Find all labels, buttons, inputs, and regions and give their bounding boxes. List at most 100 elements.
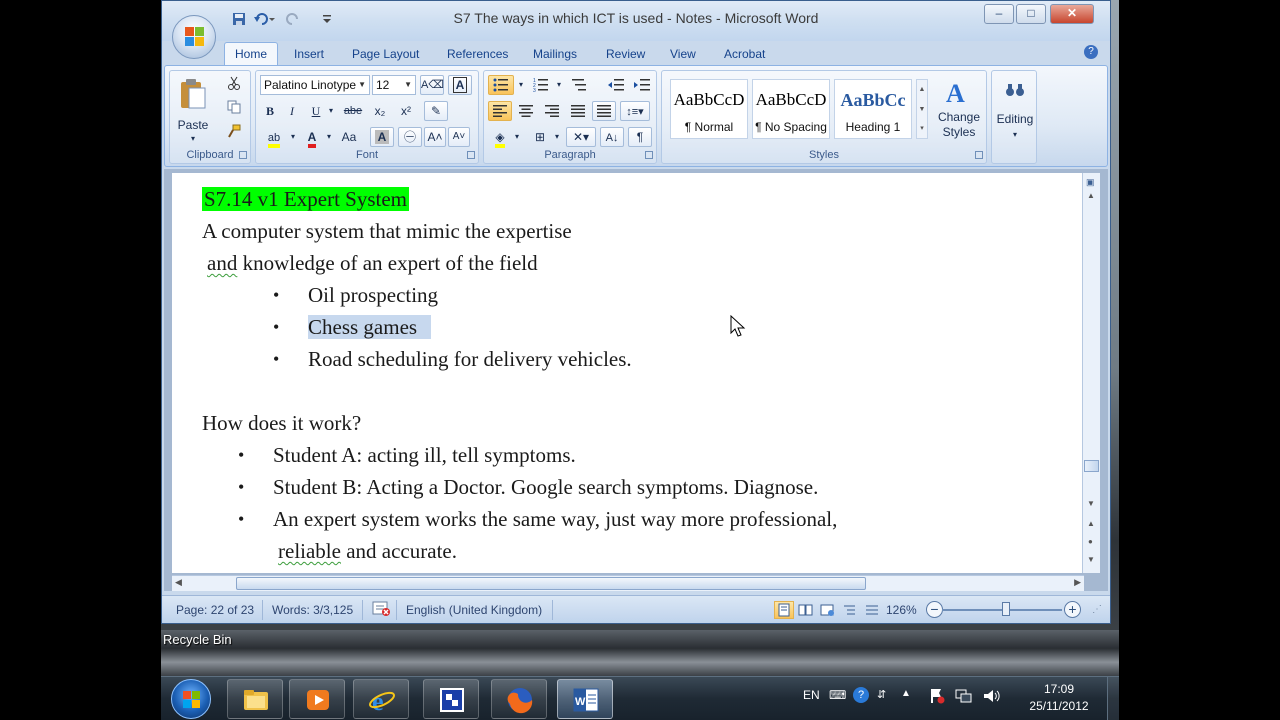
distributed-button[interactable] <box>592 101 616 121</box>
document-page[interactable]: S7.14 v1 Expert System A computer system… <box>172 173 1084 573</box>
format-painter-button[interactable] <box>222 121 246 141</box>
bullets-button[interactable] <box>488 75 514 95</box>
tab-home[interactable]: Home <box>224 42 279 67</box>
office-button[interactable] <box>172 15 216 59</box>
numbering-dropdown-icon[interactable]: ▾ <box>554 75 564 95</box>
vertical-scrollbar[interactable]: ▣ ▲ ▼ ▲ ● ▼ <box>1082 173 1100 573</box>
maximize-button[interactable]: □ <box>1016 4 1046 24</box>
network-icon[interactable] <box>955 688 973 707</box>
shading-button[interactable]: ◈ <box>488 127 512 148</box>
full-screen-reading-view-button[interactable] <box>796 601 816 619</box>
asian-layout-button[interactable]: ✕▾ <box>566 127 596 147</box>
tab-mailings[interactable]: Mailings <box>523 44 587 64</box>
highlight-button[interactable]: ab <box>260 127 288 148</box>
editing-button[interactable]: Editing ▾ <box>994 75 1034 145</box>
numbering-button[interactable]: 123 <box>528 75 554 95</box>
scroll-down-icon[interactable]: ▼ <box>1087 499 1095 508</box>
taskbar-internet-explorer[interactable]: e <box>353 679 409 719</box>
clipboard-dialog-launcher-icon[interactable] <box>239 151 247 159</box>
recycle-bin-label[interactable]: Recycle Bin <box>163 632 232 647</box>
resize-grip-icon[interactable]: ⋰ <box>1092 604 1102 615</box>
zoom-slider-thumb[interactable] <box>1002 602 1010 616</box>
page-count[interactable]: Page: 22 of 23 <box>176 603 254 617</box>
styles-gallery-scroll[interactable]: ▲ ▼ ▾ <box>916 79 928 139</box>
underline-button[interactable]: U <box>306 101 326 121</box>
borders-dropdown-icon[interactable]: ▾ <box>552 127 562 147</box>
previous-page-icon[interactable]: ▲ <box>1087 519 1095 528</box>
scroll-up-icon[interactable]: ▲ <box>1087 191 1095 200</box>
multilevel-list-button[interactable] <box>566 75 592 95</box>
horizontal-scroll-thumb[interactable] <box>236 577 866 590</box>
paragraph-dialog-launcher-icon[interactable] <box>645 151 653 159</box>
character-border-button[interactable]: A <box>448 75 472 95</box>
align-left-button[interactable] <box>488 101 512 121</box>
show-formatting-button[interactable]: ¶ <box>628 127 652 147</box>
highlight-dropdown-icon[interactable]: ▾ <box>288 127 298 147</box>
minimize-button[interactable]: – <box>984 4 1014 24</box>
superscript-button[interactable]: x² <box>394 101 418 121</box>
keyboard-icon[interactable]: ⌨ <box>829 688 846 702</box>
next-page-icon[interactable]: ▼ <box>1087 555 1095 564</box>
font-size-select[interactable]: 12 ▼ <box>372 75 416 95</box>
shrink-font-button[interactable]: A˅ <box>448 127 470 147</box>
zoom-level[interactable]: 126% <box>886 603 917 617</box>
vertical-scroll-thumb[interactable] <box>1084 460 1099 472</box>
subscript-button[interactable]: x₂ <box>368 101 392 121</box>
style-no-spacing[interactable]: AaBbCcD ¶ No Spacing <box>752 79 830 139</box>
italic-button[interactable]: I <box>282 101 302 121</box>
style-heading-1[interactable]: AaBbCc Heading 1 <box>834 79 912 139</box>
proofing-icon[interactable] <box>372 600 392 621</box>
zoom-in-button[interactable]: + <box>1064 601 1081 618</box>
language-bar[interactable]: EN <box>803 688 820 702</box>
justify-button[interactable] <box>566 101 590 121</box>
borders-button[interactable]: ⊞ <box>528 127 552 147</box>
bullets-dropdown-icon[interactable]: ▾ <box>516 75 526 95</box>
enclose-characters-button[interactable]: ㊀ <box>398 127 422 147</box>
show-hidden-icons-icon[interactable]: ▲ <box>901 688 911 699</box>
underline-dropdown-icon[interactable]: ▾ <box>326 101 336 121</box>
cut-button[interactable] <box>222 73 246 93</box>
volume-icon[interactable] <box>983 688 1001 707</box>
print-layout-view-button[interactable] <box>774 601 794 619</box>
web-layout-view-button[interactable] <box>818 601 838 619</box>
tab-page-layout[interactable]: Page Layout <box>342 44 429 64</box>
bold-button[interactable]: B <box>260 101 280 121</box>
draft-view-button[interactable] <box>862 601 882 619</box>
style-normal[interactable]: AaBbCcD ¶ Normal <box>670 79 748 139</box>
ime-icon[interactable]: ⇵ <box>877 688 886 701</box>
taskbar-app[interactable] <box>423 679 479 719</box>
ruler-toggle-icon[interactable]: ▣ <box>1086 177 1095 188</box>
close-button[interactable]: ✕ <box>1050 4 1094 24</box>
decrease-indent-button[interactable] <box>604 75 628 95</box>
font-color-button[interactable]: A <box>300 127 324 148</box>
show-desktop-button[interactable] <box>1107 677 1119 720</box>
zoom-out-button[interactable]: − <box>926 601 943 618</box>
horizontal-scrollbar[interactable]: ◀ ▶ <box>172 575 1084 591</box>
scroll-right-icon[interactable]: ▶ <box>1074 577 1081 588</box>
sort-button[interactable]: A↓ <box>600 127 624 147</box>
scroll-left-icon[interactable]: ◀ <box>175 577 182 588</box>
grow-font-button[interactable]: A˄ <box>424 127 446 147</box>
language-indicator[interactable]: English (United Kingdom) <box>406 603 542 617</box>
system-clock[interactable]: 17:09 25/11/2012 <box>1019 681 1099 715</box>
help-tray-icon[interactable]: ? <box>853 687 869 703</box>
taskbar-word[interactable]: W <box>557 679 613 719</box>
change-case-button[interactable]: Aa <box>336 127 362 147</box>
align-center-button[interactable] <box>514 101 538 121</box>
taskbar-firefox[interactable] <box>491 679 547 719</box>
line-spacing-button[interactable]: ↕≡▾ <box>620 101 650 121</box>
character-shading-button[interactable]: A <box>370 127 394 147</box>
help-icon[interactable]: ? <box>1084 45 1098 59</box>
tab-references[interactable]: References <box>437 44 518 64</box>
tab-review[interactable]: Review <box>596 44 655 64</box>
clear-formatting-button[interactable]: A⌫ <box>420 75 444 95</box>
select-browse-object-icon[interactable]: ● <box>1088 537 1093 546</box>
copy-button[interactable] <box>222 97 246 117</box>
align-right-button[interactable] <box>540 101 564 121</box>
styles-dialog-launcher-icon[interactable] <box>975 151 983 159</box>
font-dialog-launcher-icon[interactable] <box>467 151 475 159</box>
text-effects-button[interactable]: ✎ <box>424 101 448 121</box>
strikethrough-button[interactable]: abe <box>340 101 366 121</box>
tab-acrobat[interactable]: Acrobat <box>714 44 775 64</box>
taskbar-explorer[interactable] <box>227 679 283 719</box>
